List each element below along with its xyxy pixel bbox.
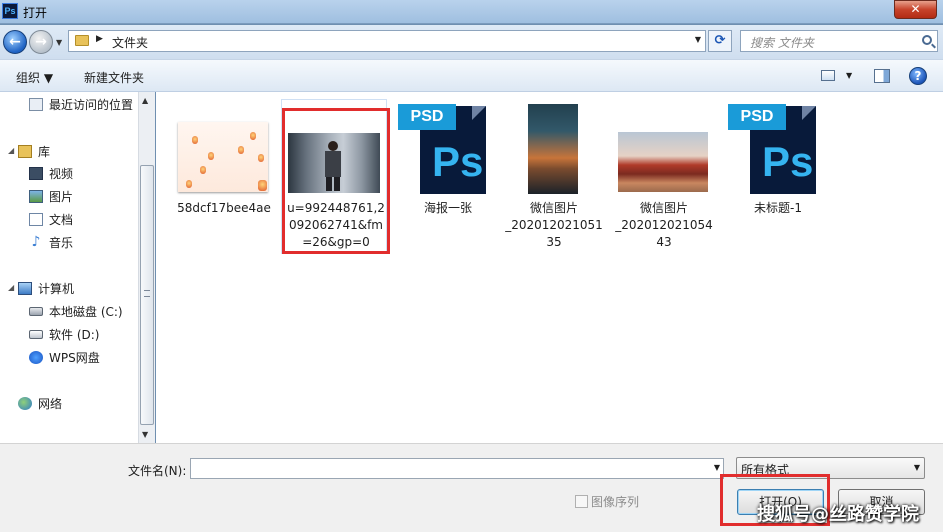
- scroll-up-icon[interactable]: ▲: [142, 96, 148, 105]
- pictures-icon: [29, 189, 43, 203]
- file-item[interactable]: Ps PSD 海报一张: [398, 104, 498, 234]
- music-note-icon: ♪: [31, 233, 41, 250]
- hard-drive-icon: [29, 329, 43, 339]
- file-name-line-2: _202012021051: [505, 218, 603, 232]
- psd-badge: PSD: [398, 104, 456, 130]
- sidebar-scrollbar[interactable]: ▲ ▼: [138, 92, 155, 443]
- page-fold-icon: [472, 106, 486, 120]
- new-folder-button[interactable]: 新建文件夹: [84, 69, 144, 86]
- sidebar-item-label: 网络: [38, 396, 63, 411]
- address-bar: ← → ▼ ▶ 文件夹 ▼ ⟳ 搜索 文件夹: [0, 25, 943, 59]
- search-placeholder: 搜索 文件夹: [750, 36, 814, 50]
- chevron-down-icon[interactable]: ▼: [914, 463, 920, 472]
- library-icon: [18, 144, 32, 158]
- file-name: 58dcf17bee4ae: [177, 201, 271, 215]
- collapse-icon[interactable]: ◢: [8, 283, 14, 292]
- file-thumbnail: [528, 104, 578, 194]
- sidebar-item-label: 库: [38, 144, 51, 159]
- image-sequence-label: 图像序列: [591, 495, 640, 509]
- psd-badge: PSD: [728, 104, 786, 130]
- file-name-line-1: 微信图片: [529, 201, 578, 215]
- file-thumbnail: [618, 132, 708, 192]
- search-input[interactable]: 搜索 文件夹: [740, 30, 938, 52]
- chevron-down-icon[interactable]: ▼: [714, 463, 720, 472]
- filename-input[interactable]: ▼: [190, 458, 724, 479]
- path-current-folder[interactable]: 文件夹: [112, 34, 148, 51]
- sidebar-item-label: 本地磁盘 (C:): [49, 304, 123, 319]
- sidebar-item-music[interactable]: ♪ 音乐: [29, 233, 73, 251]
- ps-glyph: Ps: [762, 138, 814, 185]
- window-title: 打开: [23, 6, 48, 20]
- search-icon[interactable]: [922, 35, 932, 45]
- page-fold-icon: [802, 106, 816, 120]
- ps-glyph: Ps: [432, 138, 484, 185]
- back-button[interactable]: ←: [3, 30, 27, 54]
- file-name-line-2: _202012021054: [615, 218, 713, 232]
- folder-icon: [75, 35, 89, 46]
- view-dropdown-icon[interactable]: ▼: [846, 71, 852, 80]
- chevron-right-icon[interactable]: ▶: [96, 34, 103, 44]
- sidebar-item-pictures[interactable]: 图片: [29, 187, 73, 205]
- navigation-pane: 最近访问的位置 ◢ 库 视频 图片 文档 ♪ 音乐 ◢ 计算机 本地磁盘 (C:…: [0, 92, 138, 443]
- video-icon: [29, 166, 43, 180]
- file-item[interactable]: 58dcf17bee4ae: [174, 116, 274, 236]
- psd-file-icon: Ps PSD: [728, 104, 818, 196]
- forward-button[interactable]: →: [29, 30, 53, 54]
- sidebar-item-label: 软件 (D:): [49, 327, 100, 342]
- sidebar-item-local-disk[interactable]: 本地磁盘 (C:): [29, 302, 123, 320]
- close-button[interactable]: ✕: [894, 0, 937, 19]
- sidebar-item-wps[interactable]: WPS网盘: [29, 348, 100, 366]
- watermark-text: 搜狐号@丝路赞学院: [757, 504, 919, 525]
- sidebar-item-computer[interactable]: 计算机: [18, 279, 74, 297]
- sidebar-item-label: 计算机: [38, 281, 75, 296]
- grip-icon: [144, 290, 150, 297]
- title-bar: Ps 打开 ✕: [0, 0, 943, 24]
- sidebar-item-network[interactable]: 网络: [18, 394, 62, 412]
- sidebar-item-video[interactable]: 视频: [29, 164, 73, 182]
- command-toolbar: 组织 ▼ 新建文件夹 ▼ ?: [0, 59, 943, 92]
- collapse-icon[interactable]: ◢: [8, 146, 14, 155]
- sidebar-item-label: 图片: [49, 189, 74, 204]
- file-name: 未标题-1: [754, 201, 802, 215]
- file-item[interactable]: 微信图片 _202012021054 43: [614, 104, 714, 249]
- file-name-line-3: 43: [656, 235, 672, 249]
- sidebar-item-label: 最近访问的位置: [49, 97, 134, 112]
- scrollbar-thumb[interactable]: [140, 165, 154, 425]
- sidebar-item-label: 音乐: [49, 235, 74, 250]
- psd-file-icon: Ps PSD: [398, 104, 488, 196]
- image-sequence-checkbox[interactable]: [575, 495, 588, 508]
- sidebar-item-libraries[interactable]: 库: [18, 142, 50, 160]
- computer-icon: [18, 281, 32, 295]
- chevron-down-icon[interactable]: ▼: [695, 35, 701, 44]
- scroll-down-icon[interactable]: ▼: [142, 430, 148, 439]
- view-mode-icon[interactable]: [821, 70, 835, 81]
- file-thumbnail: [178, 122, 268, 192]
- organize-menu[interactable]: 组织 ▼: [16, 69, 53, 86]
- help-icon[interactable]: ?: [909, 67, 927, 85]
- sidebar-item-label: 文档: [49, 212, 74, 227]
- cloud-drive-icon: [29, 350, 43, 364]
- file-name-line-3: 35: [546, 235, 562, 249]
- file-item[interactable]: Ps PSD 未标题-1: [728, 104, 828, 234]
- file-item[interactable]: 微信图片 _202012021051 35: [504, 104, 604, 249]
- hard-drive-icon: [29, 306, 43, 316]
- file-name: 海报一张: [423, 201, 472, 215]
- recent-places-icon: [29, 97, 43, 111]
- sidebar-item-label: WPS网盘: [49, 350, 100, 365]
- refresh-button[interactable]: ⟳: [708, 30, 732, 52]
- history-dropdown-icon[interactable]: ▼: [56, 38, 62, 47]
- preview-pane-icon[interactable]: [874, 69, 890, 83]
- photoshop-icon: Ps: [2, 3, 18, 19]
- sidebar-item-software-disk[interactable]: 软件 (D:): [29, 325, 99, 343]
- highlight-box: [282, 108, 390, 254]
- network-icon: [18, 396, 32, 410]
- sidebar-item-recent[interactable]: 最近访问的位置: [29, 95, 133, 113]
- file-list: 58dcf17bee4ae u=992448761,2 092062741&fm…: [156, 92, 943, 443]
- filename-label: 文件名(N):: [128, 464, 187, 478]
- sidebar-item-documents[interactable]: 文档: [29, 210, 73, 228]
- file-name-line-1: 微信图片: [639, 201, 688, 215]
- path-field[interactable]: ▶ 文件夹 ▼: [68, 30, 706, 52]
- sidebar-item-label: 视频: [49, 166, 74, 181]
- document-icon: [29, 212, 43, 226]
